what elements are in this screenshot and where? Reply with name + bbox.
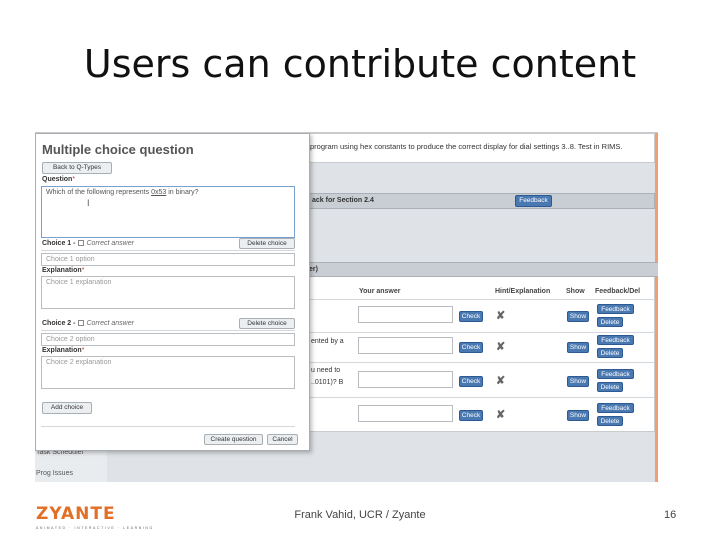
show-button[interactable]: Show	[567, 376, 589, 387]
window-edge	[655, 133, 658, 482]
section-bar-label: ack for Section 2.4	[312, 197, 374, 204]
delete-button[interactable]: Delete	[597, 348, 623, 358]
row-divider	[310, 332, 655, 333]
divider	[41, 250, 295, 251]
section-bar: ack for Section 2.4	[305, 193, 655, 209]
answer-input[interactable]	[358, 371, 453, 388]
table-bar-label: er)	[309, 266, 318, 273]
table-bar: er)	[305, 262, 658, 277]
delete-choice-button[interactable]: Delete choice	[239, 318, 295, 329]
zyante-logo: ZYANTE	[36, 504, 116, 524]
dialog-title: Multiple choice question	[42, 142, 194, 157]
answer-input[interactable]	[358, 337, 453, 354]
page-number: 16	[664, 509, 677, 521]
row-divider	[310, 362, 655, 363]
choice2-input[interactable]: Choice 2 option	[41, 333, 295, 346]
row-question-text: ..0101)? B	[311, 379, 344, 386]
choice1-input[interactable]: Choice 1 option	[41, 253, 295, 266]
row-divider	[310, 299, 655, 300]
show-button[interactable]: Show	[567, 410, 589, 421]
col-feedback: Feedback/Del	[595, 288, 641, 295]
cancel-button[interactable]: Cancel	[267, 434, 298, 445]
show-button[interactable]: Show	[567, 342, 589, 353]
delete-choice-button[interactable]: Delete choice	[239, 238, 295, 249]
feedback-button[interactable]: Feedback	[597, 335, 634, 345]
answer-input[interactable]	[358, 306, 453, 323]
feedback-button[interactable]: Feedback	[597, 403, 634, 413]
text-cursor-icon: I	[87, 198, 90, 208]
feedback-button[interactable]: Feedback	[597, 304, 634, 314]
show-button[interactable]: Show	[567, 311, 589, 322]
back-to-qtypes-button[interactable]: Back to Q-Types	[42, 162, 112, 174]
slide-title: Users can contribute content	[83, 42, 637, 86]
divider	[41, 426, 295, 427]
nav-item-prog-issues[interactable]: Prog Issues	[36, 470, 73, 477]
multiple-choice-dialog: Multiple choice question Back to Q-Types…	[35, 133, 310, 451]
explanation1-label: Explanation*	[42, 267, 85, 274]
create-question-button[interactable]: Create question	[204, 434, 263, 445]
delete-button[interactable]: Delete	[597, 317, 623, 327]
screenshot: Task Scheduler Prog Issues program using…	[35, 132, 658, 482]
correct-answer-checkbox[interactable]	[78, 320, 85, 326]
x-icon: ✘	[496, 409, 506, 421]
explanation1-input[interactable]: Choice 1 explanation	[41, 276, 295, 309]
prompt-text: program using hex constants to produce t…	[310, 142, 623, 151]
choice2-label: Choice 2 - Correct answer	[42, 320, 134, 327]
row-divider	[310, 397, 655, 398]
feedback-button[interactable]: Feedback	[597, 369, 634, 379]
delete-button[interactable]: Delete	[597, 416, 623, 426]
row-question-text: ented by a	[311, 338, 344, 345]
check-button[interactable]: Check	[459, 311, 483, 322]
answer-input[interactable]	[358, 405, 453, 422]
check-button[interactable]: Check	[459, 376, 483, 387]
add-choice-button[interactable]: Add choice	[42, 402, 92, 414]
explanation2-label: Explanation*	[42, 347, 85, 354]
col-hint: Hint/Explanation	[495, 288, 551, 295]
question-label: Question*	[42, 176, 76, 183]
col-your-answer: Your answer	[359, 288, 401, 295]
divider	[41, 330, 295, 331]
correct-answer-checkbox[interactable]	[78, 240, 85, 246]
question-input[interactable]: Which of the following represents 0x53 i…	[41, 186, 295, 238]
x-icon: ✘	[496, 375, 506, 387]
feedback-button-top[interactable]: Feedback	[515, 195, 552, 207]
check-button[interactable]: Check	[459, 410, 483, 421]
logo-tagline: ANIMATED · INTERACTIVE · LEARNING	[36, 526, 154, 530]
check-button[interactable]: Check	[459, 342, 483, 353]
explanation2-input[interactable]: Choice 2 explanation	[41, 356, 295, 389]
row-question-text: u need to	[311, 367, 341, 374]
x-icon: ✘	[496, 310, 506, 322]
x-icon: ✘	[496, 341, 506, 353]
col-show: Show	[566, 288, 585, 295]
choice1-label: Choice 1 - Correct answer	[42, 240, 134, 247]
footer-credit: Frank Vahid, UCR / Zyante	[294, 509, 426, 521]
delete-button[interactable]: Delete	[597, 382, 623, 392]
